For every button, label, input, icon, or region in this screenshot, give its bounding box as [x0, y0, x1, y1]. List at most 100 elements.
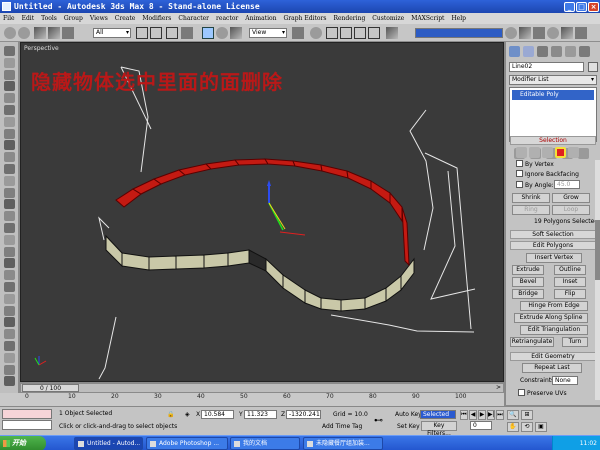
arc-rotate-icon[interactable]: ⟲	[521, 422, 533, 432]
rectangular-selection-icon[interactable]	[166, 27, 178, 39]
light-icon[interactable]	[4, 234, 15, 245]
link-icon[interactable]	[34, 27, 46, 39]
angle-snap-icon[interactable]	[340, 27, 352, 39]
bind-spacewarp-icon[interactable]	[62, 27, 74, 39]
shrink-button[interactable]: Shrink	[512, 193, 550, 203]
taskbar-item-photoshop[interactable]: Adobe Photoshop ...	[146, 437, 228, 450]
edit-triangulation-button[interactable]: Edit Triangulation	[520, 325, 588, 335]
pan-icon[interactable]: ✋	[507, 422, 519, 432]
window-crossing-icon[interactable]	[181, 27, 193, 39]
menu-edit[interactable]: Edit	[22, 15, 35, 22]
menu-file[interactable]: File	[3, 15, 15, 22]
flip-button[interactable]: Flip	[554, 289, 586, 299]
align-icon[interactable]	[519, 27, 531, 39]
scrollbar-thumb[interactable]	[595, 220, 600, 280]
menu-views[interactable]: Views	[90, 15, 108, 22]
curve-editor-icon[interactable]	[547, 27, 559, 39]
menu-animation[interactable]: Animation	[245, 15, 276, 22]
shapes-icon[interactable]	[4, 293, 15, 304]
nurbs-icon[interactable]	[4, 341, 15, 351]
gizmo-plane[interactable]	[268, 202, 286, 230]
turn-button[interactable]: Turn	[562, 337, 588, 347]
teapot-icon[interactable]	[4, 164, 15, 174]
maxscript-mini-listener-white[interactable]	[2, 420, 52, 430]
systems-icon[interactable]	[4, 282, 15, 292]
grid-icon[interactable]	[4, 93, 15, 104]
render-icon[interactable]	[4, 364, 15, 375]
helix-icon[interactable]	[4, 211, 15, 222]
edit-geometry-rollout-header[interactable]: Edit Geometry	[510, 352, 596, 361]
stack-item-editable-poly[interactable]: Editable Poly	[512, 90, 594, 100]
track-bar[interactable]: 0 10 20 30 40 50 60 70 80 90 100	[0, 393, 504, 406]
named-selection-set-field[interactable]	[415, 28, 503, 38]
time-slider[interactable]: 0 / 100	[22, 384, 79, 392]
taskbar-item-my-documents[interactable]: 我的文档	[230, 437, 300, 450]
insert-vertex-button[interactable]: Insert Vertex	[526, 253, 582, 263]
menu-rendering[interactable]: Rendering	[333, 15, 365, 22]
snaps-toggle-icon[interactable]	[326, 27, 338, 39]
camera-icon[interactable]	[4, 246, 15, 257]
soft-selection-rollout[interactable]: Soft Selection	[510, 230, 596, 239]
display-tab-icon[interactable]	[565, 46, 576, 57]
cone-icon[interactable]	[4, 140, 15, 151]
start-button[interactable]: 开始	[0, 436, 46, 450]
extrude-button[interactable]: Extrude	[512, 265, 544, 275]
z-coordinate-field[interactable]: -1320.241	[286, 410, 321, 419]
menu-help[interactable]: Help	[451, 15, 466, 22]
polygon-level-icon[interactable]	[555, 147, 566, 158]
plane-icon[interactable]	[4, 199, 15, 210]
unlink-icon[interactable]	[48, 27, 60, 39]
minimize-button[interactable]: _	[564, 1, 575, 12]
motion-tab-icon[interactable]	[551, 46, 562, 57]
torus-icon[interactable]	[4, 152, 15, 163]
retriangulate-button[interactable]: Retriangulate	[510, 337, 554, 347]
box-icon[interactable]	[4, 116, 15, 127]
play-icon[interactable]: ▶	[478, 410, 486, 420]
loop-button[interactable]: Loop	[552, 205, 590, 215]
goto-start-icon[interactable]: ⏮	[460, 410, 468, 420]
hierarchy-tab-icon[interactable]	[537, 46, 548, 57]
command-panel-scrollbar[interactable]	[595, 160, 600, 400]
set-key-label[interactable]: Set Key	[397, 423, 420, 430]
object-color-swatch[interactable]	[588, 62, 598, 72]
preserve-uvs-checkbox[interactable]: Preserve UVs	[518, 389, 567, 397]
select-manipulate-icon[interactable]	[310, 27, 322, 39]
helper-icon[interactable]	[4, 258, 15, 269]
reference-coordinate-dropdown[interactable]: View	[249, 28, 287, 38]
selection-filter-dropdown[interactable]: All	[93, 28, 131, 38]
utilities-tab-icon[interactable]	[579, 46, 590, 57]
maximize-button[interactable]: □	[576, 1, 587, 12]
constraints-dropdown[interactable]: None	[552, 376, 578, 385]
maximize-viewport-icon[interactable]: ▣	[535, 422, 547, 432]
perspective-viewport[interactable]: Perspective 隐藏物体选中里面的面删除	[20, 42, 504, 382]
zoom-icon[interactable]: 🔍	[507, 410, 519, 420]
menu-create[interactable]: Create	[115, 15, 136, 22]
transform-gizmo[interactable]	[267, 180, 306, 236]
menu-character[interactable]: Character	[178, 15, 209, 22]
select-by-name-icon[interactable]	[150, 27, 162, 39]
taskbar-item-folder[interactable]: 未隐藏餐厅组加装...	[303, 437, 383, 450]
gizmo-x-axis[interactable]	[279, 231, 306, 236]
ring-button[interactable]: Ring	[512, 205, 550, 215]
lasso-select-icon[interactable]	[4, 46, 15, 56]
auto-key-label[interactable]: Auto Key	[395, 411, 422, 418]
element-level-icon[interactable]	[568, 147, 579, 158]
configure-sets-icon[interactable]	[578, 148, 589, 159]
layer-manager-icon[interactable]	[533, 27, 545, 39]
selection-rollout-header[interactable]: Selection	[510, 136, 596, 145]
time-bar[interactable]: 0 / 100 >	[20, 383, 504, 393]
select-move-icon[interactable]	[202, 27, 214, 39]
polygon-select-icon[interactable]	[4, 81, 15, 92]
particle-icon[interactable]	[4, 317, 15, 328]
inset-button[interactable]: Inset	[554, 277, 586, 287]
vertex-level-icon[interactable]	[516, 147, 527, 158]
time-slider-next-icon[interactable]: >	[496, 384, 501, 392]
outline-button[interactable]: Outline	[554, 265, 586, 275]
select-object-icon[interactable]	[136, 27, 148, 39]
key-filters-button[interactable]: Key Filters...	[421, 421, 457, 437]
object-name-field[interactable]: Line02	[509, 62, 584, 72]
taskbar-item-3dsmax[interactable]: Untitled - Autod...	[74, 437, 143, 450]
menu-maxscript[interactable]: MAXScript	[411, 15, 444, 22]
y-coordinate-field[interactable]: 11.323	[244, 410, 277, 419]
close-button[interactable]: ×	[588, 1, 599, 12]
